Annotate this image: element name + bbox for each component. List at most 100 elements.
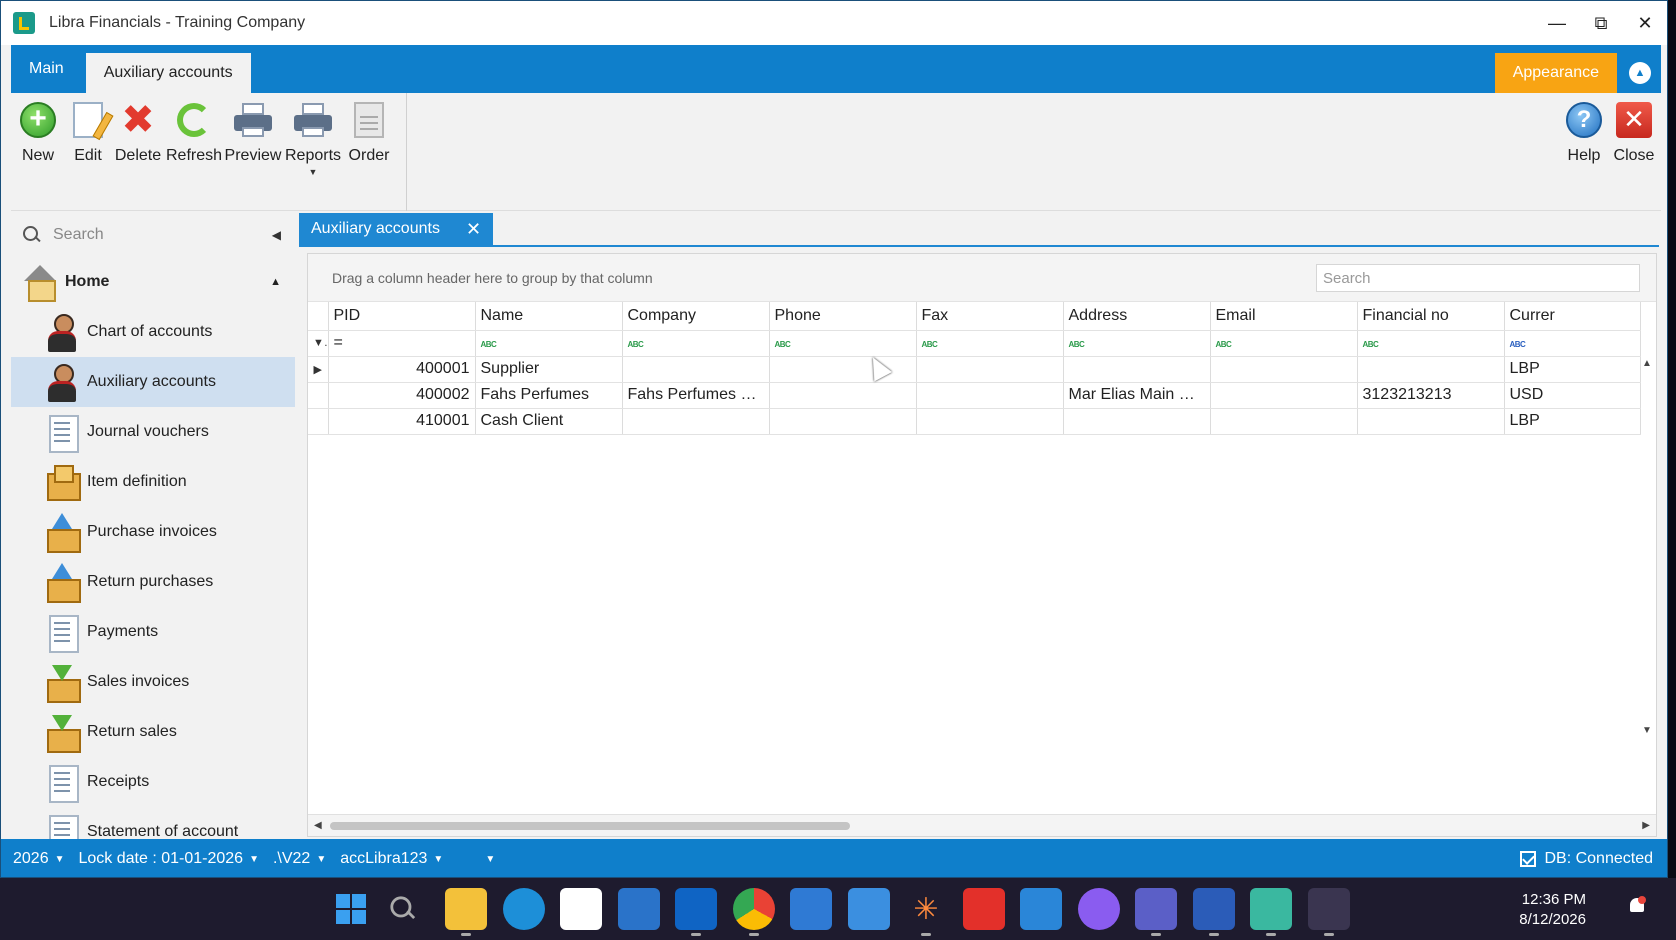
close-icon: ✕ [1616,102,1652,138]
scroll-down-icon[interactable]: ▼ [1642,725,1652,736]
column-header-financial-no[interactable]: Financial no [1357,302,1505,331]
file-explorer-icon[interactable] [445,888,487,936]
restore-button[interactable]: ⧉ [1579,1,1623,45]
store-icon[interactable] [560,888,602,930]
table-header-row: PID Name Company Phone Fax Address Email… [308,302,1641,331]
word-icon[interactable] [1192,888,1235,936]
tab-main[interactable]: Main [11,45,82,93]
app-icon[interactable] [1077,888,1120,930]
close-button[interactable]: ✕ Close [1607,101,1661,165]
new-button[interactable]: + New [11,101,65,165]
order-button[interactable]: Order [342,101,396,165]
document-tab-auxiliary-accounts[interactable]: Auxiliary accounts ✕ [299,213,494,245]
start-icon[interactable] [330,888,372,930]
sidebar-item-return-purchases[interactable]: Return purchases [11,557,295,607]
delete-button[interactable]: ✖ Delete [111,100,165,165]
filter-cell-address[interactable]: ABC [1063,330,1211,357]
filter-cell-pid[interactable]: = [328,330,476,357]
chevron-down-icon: ▼ [308,167,318,177]
document-icon [45,613,79,653]
year-selector[interactable]: 2026 ▼ [13,850,65,868]
sidebar-item-auxiliary-accounts[interactable]: Auxiliary accounts [11,357,295,407]
table-row[interactable]: 410001 Cash Client LBP [308,408,1641,435]
column-header-email[interactable]: Email [1210,302,1358,331]
sidebar-item-return-sales[interactable]: Return sales [11,707,295,757]
notification-bell-icon[interactable] [1628,896,1646,918]
tab-underline [299,245,1659,247]
filter-cell-name[interactable]: ABC [475,330,623,357]
appearance-button[interactable]: Appearance [1494,53,1617,93]
table-row[interactable]: 400002 Fahs Perfumes Fahs Perfumes LTD M… [308,382,1641,409]
vscode-icon[interactable] [1020,888,1062,930]
column-header-address[interactable]: Address [1063,302,1211,331]
app-icon[interactable] [790,888,832,930]
chevron-down-icon: ▼ [316,853,327,865]
edge-icon[interactable] [502,888,545,930]
scroll-left-icon[interactable]: ◀ [314,820,322,831]
photos-icon[interactable] [847,888,890,930]
group-by-panel[interactable]: Drag a column header here to group by th… [308,254,1656,302]
horizontal-scrollbar[interactable]: ◀ ▶ [308,814,1656,836]
preview-button[interactable]: Preview [225,101,281,165]
chrome-icon[interactable] [732,888,775,936]
group-by-hint: Drag a column header here to group by th… [332,269,653,286]
filter-cell-email[interactable]: ABC [1210,330,1358,357]
libra-icon[interactable] [1307,888,1350,936]
reports-button[interactable]: Reports ▼ [285,101,341,177]
minimize-button[interactable]: — [1535,1,1579,45]
filter-cell-currency[interactable]: ABC [1504,330,1641,357]
sidebar-item-statement-of-account[interactable]: Statement of account [11,807,295,839]
close-window-button[interactable]: ✕ [1623,1,1667,45]
filter-cell-phone[interactable]: ABC [769,330,917,357]
filter-cell-fax[interactable]: ABC [916,330,1064,357]
mail-icon[interactable] [617,888,660,930]
column-header-pid[interactable]: PID [328,302,476,331]
sidebar-item-journal-vouchers[interactable]: Journal vouchers [11,407,295,457]
refresh-button[interactable]: Refresh [166,101,222,165]
filter-cell-financial-no[interactable]: ABC [1357,330,1505,357]
help-button[interactable]: ? Help [1557,101,1611,165]
sidebar-group-home[interactable]: Home ▲ [11,257,295,307]
collapse-sidebar-icon[interactable]: ◀ [272,228,281,242]
download-box-icon [45,663,81,703]
server-selector[interactable]: .\V22 ▼ [273,850,326,868]
table-row[interactable]: ▶ 400001 Supplier LBP [308,355,1641,383]
outlook-icon[interactable] [675,888,717,936]
db-status: DB: Connected [1520,850,1653,868]
sidebar-item-receipts[interactable]: Receipts [11,757,295,807]
database-selector[interactable]: accLibra123 ▼ [340,850,443,868]
sidebar-item-payments[interactable]: Payments [11,607,295,657]
navigation-sidebar: Search ◀ Home ▲ Chart of accounts Auxili… [11,213,295,839]
column-header-phone[interactable]: Phone [769,302,917,331]
grid-search-input[interactable]: Search [1316,264,1640,292]
sidebar-item-item-definition[interactable]: Item definition [11,457,295,507]
edit-button[interactable]: Edit [61,101,115,165]
notepad-icon[interactable] [1250,888,1292,936]
tab-auxiliary-accounts[interactable]: Auxiliary accounts [85,53,251,93]
collapse-ribbon-icon[interactable]: ▲ [1629,62,1651,84]
system-clock[interactable]: 12:36 PM 8/12/2026 [1519,890,1586,930]
column-header-currency[interactable]: Currer [1504,302,1641,331]
search-icon[interactable] [388,888,430,930]
vertical-scrollbar[interactable]: ▲ ▼ [1638,358,1656,736]
main-content: Auxiliary accounts ✕ Drag a column heade… [297,213,1661,839]
horizontal-scroll-thumb[interactable] [330,822,850,830]
close-tab-icon[interactable]: ✕ [466,219,481,240]
filter-cell-company[interactable]: ABC [622,330,770,357]
accounts-grid-panel: Drag a column header here to group by th… [307,253,1657,837]
spark-icon[interactable]: ✳ [905,888,947,936]
column-header-fax[interactable]: Fax [916,302,1064,331]
sidebar-search[interactable]: Search ◀ [11,213,295,257]
sidebar-item-sales-invoices[interactable]: Sales invoices [11,657,295,707]
teams-icon[interactable] [1135,888,1177,936]
sidebar-item-purchase-invoices[interactable]: Purchase invoices [11,507,295,557]
scroll-right-icon[interactable]: ▶ [1642,820,1650,831]
lock-date-selector[interactable]: Lock date : 01-01-2026 ▼ [79,850,259,868]
column-header-name[interactable]: Name [475,302,623,331]
add-icon: + [20,102,56,138]
anydesk-icon[interactable] [962,888,1005,930]
more-dropdown[interactable]: ▼ [479,854,495,865]
scroll-up-icon[interactable]: ▲ [1642,358,1652,369]
column-header-company[interactable]: Company [622,302,770,331]
sidebar-item-chart-of-accounts[interactable]: Chart of accounts [11,307,295,357]
